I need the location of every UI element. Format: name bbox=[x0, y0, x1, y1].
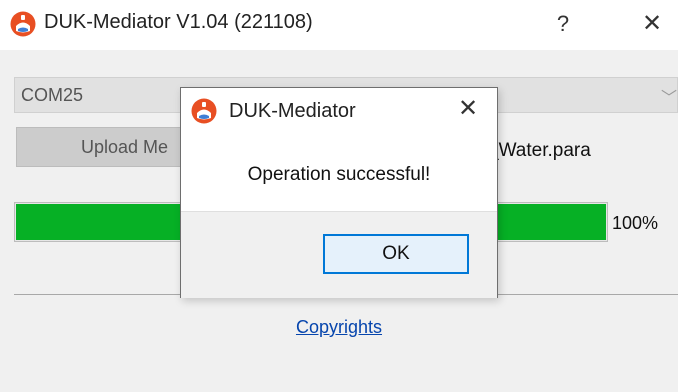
upload-button[interactable]: Upload Me bbox=[16, 127, 200, 167]
port-select-value: COM25 bbox=[21, 85, 84, 105]
dialog-footer: OK bbox=[181, 211, 497, 298]
message-dialog: DUK-Mediator ✕ Operation successful! OK bbox=[180, 87, 498, 298]
chevron-down-icon: ﹀ bbox=[661, 90, 678, 107]
ok-button[interactable]: OK bbox=[323, 234, 469, 274]
copyrights-link[interactable]: Copyrights bbox=[0, 317, 678, 338]
app-icon bbox=[10, 11, 36, 37]
dialog-message: Operation successful! bbox=[247, 164, 431, 185]
help-button[interactable]: ? bbox=[548, 8, 578, 40]
dialog-title: DUK-Mediator bbox=[229, 100, 356, 122]
file-name-label: _Water.para bbox=[488, 140, 591, 161]
window-title: DUK-Mediator V1.04 (221108) bbox=[44, 11, 313, 33]
title-bar: DUK-Mediator V1.04 (221108) ? ✕ bbox=[0, 0, 678, 50]
upload-button-label: Upload Me bbox=[81, 137, 169, 157]
progress-percent: 100% bbox=[612, 213, 659, 233]
close-button[interactable]: ✕ bbox=[636, 8, 668, 40]
dialog-close-button[interactable]: ✕ bbox=[451, 92, 485, 126]
app-icon bbox=[191, 98, 217, 124]
